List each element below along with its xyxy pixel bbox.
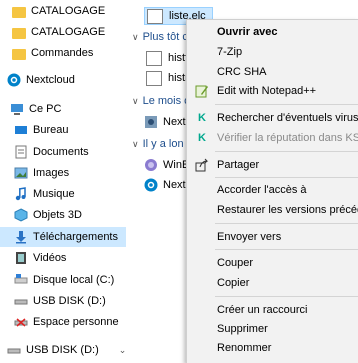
menu-item-send-to[interactable]: Envoyer vers (187, 227, 358, 247)
music-icon (14, 187, 28, 201)
sidebar-item-catalogage-1[interactable]: CATALOGAGE (12, 1, 105, 21)
sidebar-item-espace-personnel[interactable]: Espace personne (14, 312, 119, 332)
network-drive-icon (14, 315, 28, 329)
menu-separator (215, 249, 358, 250)
sidebar-item-objets-3d[interactable]: Objets 3D (14, 205, 82, 225)
menu-separator (215, 151, 358, 152)
folder-icon (12, 6, 26, 18)
winrar-icon (144, 158, 158, 172)
group-label: Le mois c (142, 95, 190, 107)
desktop-icon (14, 123, 28, 137)
group-label: Il y a lon (142, 138, 184, 150)
menu-item-cut[interactable]: Couper (187, 253, 358, 273)
sidebar-item-disque-local[interactable]: Disque local (C:) (14, 270, 114, 290)
menu-item-open-with[interactable]: Ouvrir avec (187, 22, 358, 42)
app-icon (144, 115, 158, 129)
sidebar-item-label: CATALOGAGE (31, 5, 106, 17)
menu-separator (215, 223, 358, 224)
sidebar-item-label: USB DISK (D:) (26, 344, 99, 356)
file-icon (146, 50, 162, 66)
sidebar-item-ce-pc[interactable]: Ce PC (10, 99, 61, 119)
sidebar-item-label: Commandes (31, 47, 94, 59)
group-label: Plus tôt c (142, 31, 188, 43)
group-header[interactable]: ∨ Il y a lon (132, 135, 184, 153)
videos-icon (14, 251, 28, 265)
menu-separator (215, 296, 358, 297)
sidebar-item-label: CATALOGAGE (31, 26, 106, 38)
nextcloud-icon (7, 73, 21, 87)
chevron-down-icon: ∨ (132, 95, 139, 106)
folder-icon (12, 48, 26, 60)
downloads-icon (14, 230, 28, 244)
sidebar-item-nextcloud[interactable]: Nextcloud (7, 70, 75, 90)
sidebar-item-musique[interactable]: Musique (14, 184, 75, 204)
menu-item-scan-virus[interactable]: K Rechercher d'éventuels virus (187, 108, 358, 128)
share-icon (195, 158, 209, 172)
list-item[interactable]: WinE (144, 155, 189, 175)
chevron-down-icon: ∨ (132, 31, 139, 42)
sidebar-item-label: Vidéos (33, 252, 67, 264)
sidebar-item-videos[interactable]: Vidéos (14, 248, 66, 268)
menu-item-notepad[interactable]: Edit with Notepad++ (187, 81, 358, 101)
file-icon (146, 70, 162, 86)
sidebar-item-telechargements[interactable]: Téléchargements (0, 227, 126, 247)
sidebar-item-usb-disk-root[interactable]: USB DISK (D:) ⌄ (7, 340, 126, 360)
menu-item-grant-access[interactable]: Accorder l'accès à (187, 180, 358, 200)
folder-icon (12, 27, 26, 39)
sidebar-item-label: Ce PC (29, 103, 62, 115)
group-header[interactable]: ∨ Plus tôt c (132, 28, 188, 46)
menu-separator (215, 177, 358, 178)
sidebar-item-documents[interactable]: Documents (14, 142, 89, 162)
sidebar-item-label: Objets 3D (33, 209, 82, 221)
objects3d-icon (14, 208, 28, 222)
sidebar-item-usb-disk[interactable]: USB DISK (D:) (14, 291, 106, 311)
usb-disk-icon (7, 343, 21, 357)
chevron-down-icon: ∨ (132, 138, 139, 149)
images-icon (14, 166, 28, 180)
file-icon (147, 8, 163, 24)
menu-item-delete[interactable]: Supprimer (187, 319, 358, 339)
sidebar-item-label: Bureau (33, 124, 69, 136)
sidebar-item-images[interactable]: Images (14, 163, 69, 183)
menu-item-7zip[interactable]: 7-Zip (187, 42, 358, 62)
navigation-pane: CATALOGAGE CATALOGAGE Commandes Nextclou… (0, 0, 126, 362)
sidebar-item-label: Disque local (C:) (33, 274, 115, 286)
usb-disk-icon (14, 294, 28, 308)
group-header[interactable]: ∨ Le mois c (132, 92, 190, 110)
sidebar-item-label: Musique (33, 188, 75, 200)
computer-icon (10, 102, 24, 116)
sidebar-item-label: Images (33, 167, 70, 179)
kaspersky-icon: K (198, 132, 206, 144)
menu-item-copy[interactable]: Copier (187, 273, 358, 293)
menu-item-share[interactable]: Partager (187, 155, 358, 175)
sidebar-item-label: Nextcloud (26, 74, 75, 86)
list-item[interactable]: Nexto (144, 175, 192, 195)
context-menu: Ouvrir avec 7-Zip CRC SHA Edit with Note… (186, 19, 358, 363)
sidebar-item-label: Téléchargements (33, 231, 118, 243)
sidebar-item-bureau[interactable]: Bureau (14, 120, 68, 140)
nextcloud-icon (144, 178, 158, 192)
kaspersky-icon: K (198, 112, 206, 124)
list-item[interactable]: Nexto (144, 112, 192, 132)
documents-icon (14, 145, 28, 159)
sidebar-item-label: USB DISK (D:) (33, 295, 106, 307)
menu-item-restore-versions[interactable]: Restaurer les versions précédentes (187, 200, 358, 220)
sidebar-item-commandes[interactable]: Commandes (12, 43, 93, 63)
local-disk-icon (14, 273, 28, 287)
sidebar-item-label: Documents (33, 146, 89, 158)
menu-item-rename[interactable]: Renommer (187, 338, 358, 358)
notepad-plus-icon (195, 84, 209, 98)
sidebar-item-label: Espace personne (33, 316, 119, 328)
menu-item-crc-sha[interactable]: CRC SHA (187, 62, 358, 82)
sidebar-item-catalogage-2[interactable]: CATALOGAGE (12, 22, 105, 42)
menu-item-create-shortcut[interactable]: Créer un raccourci (187, 300, 358, 320)
menu-item-ksn-reputation: K Vérifier la réputation dans KSN (187, 128, 358, 148)
menu-separator (215, 104, 358, 105)
